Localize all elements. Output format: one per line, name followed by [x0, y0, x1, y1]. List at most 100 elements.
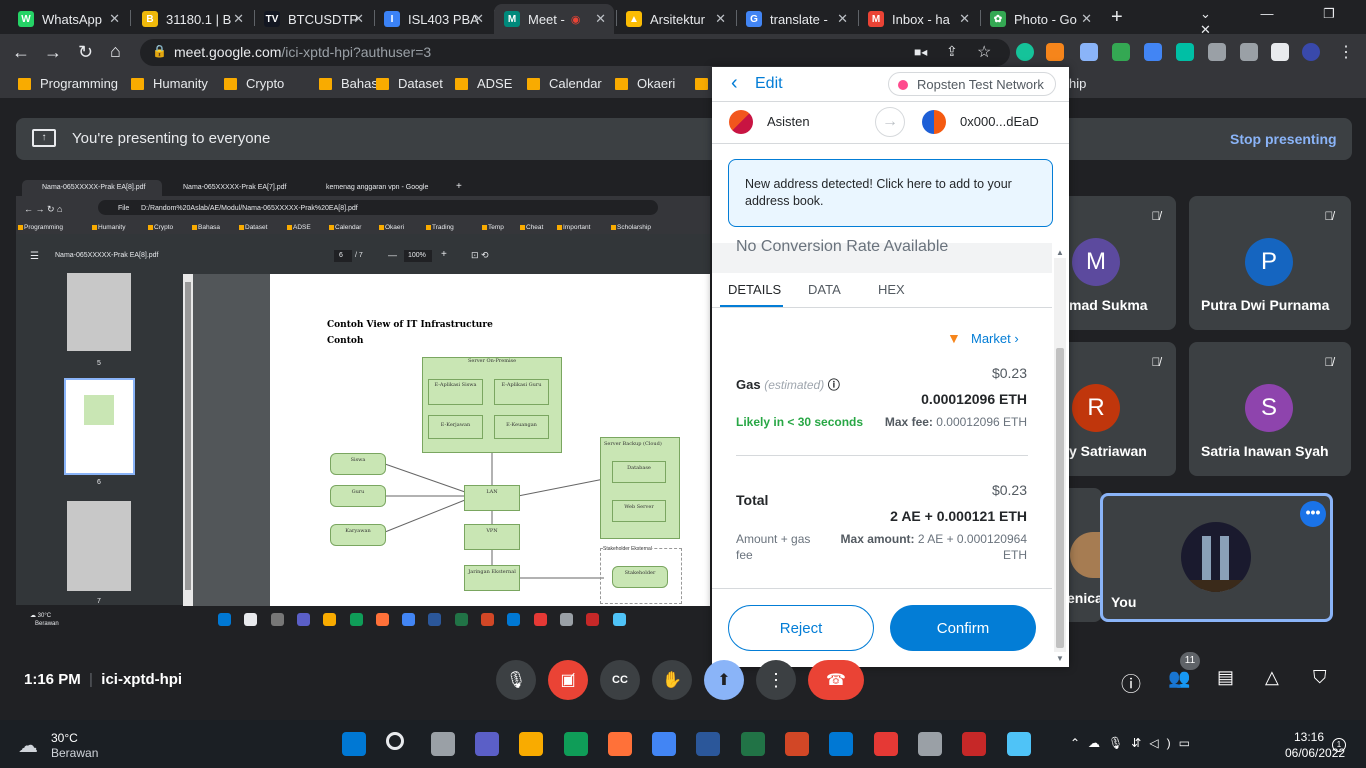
tab-hex[interactable]: HEX	[878, 282, 905, 297]
camera-off-icon[interactable]: ▣̸	[548, 660, 588, 700]
tab-favicon: G	[746, 11, 762, 27]
shared-taskbar-icon	[559, 613, 573, 626]
raise-hand-icon[interactable]: ✋	[652, 660, 692, 700]
new-address-alert[interactable]: New address detected! Click here to add …	[728, 159, 1053, 227]
folder-icon	[379, 225, 384, 230]
firefox-icon[interactable]	[607, 732, 632, 756]
extension-icon[interactable]	[1112, 43, 1130, 61]
close-tab-icon[interactable]: ✕	[109, 11, 120, 27]
start-icon[interactable]	[342, 732, 366, 756]
bookmark-folder[interactable]: Dataset	[376, 76, 443, 91]
browser-tab[interactable]: M Meet - ◉ ✕	[494, 4, 614, 34]
host-controls-icon[interactable]: ⛉	[1313, 667, 1327, 688]
share-icon[interactable]: ⇪	[946, 43, 958, 60]
clock-time[interactable]: 13:16	[1294, 730, 1324, 744]
browser-tab[interactable]: W WhatsApp ✕	[8, 4, 128, 34]
tab-data[interactable]: DATA	[808, 282, 841, 297]
app-icon[interactable]	[917, 732, 942, 756]
activities-icon[interactable]: △	[1265, 667, 1279, 688]
excel-icon[interactable]	[740, 732, 765, 756]
close-tab-icon[interactable]: ✕	[233, 11, 244, 27]
profile-avatar[interactable]	[1302, 43, 1320, 61]
extension-icon[interactable]	[1144, 43, 1162, 61]
extension-icon[interactable]	[1080, 43, 1098, 61]
media-icon[interactable]	[1240, 43, 1258, 61]
present-screen-icon[interactable]: ⬆	[704, 660, 744, 700]
back-chevron-icon[interactable]: ‹	[731, 72, 738, 95]
tab-details[interactable]: DETAILS	[728, 282, 781, 297]
pdf-title: Nama-065XXXXX-Prak EA[8].pdf	[55, 252, 159, 259]
reload-icon[interactable]: ↻	[78, 42, 93, 62]
file-explorer-icon[interactable]	[519, 732, 544, 756]
browser-tab[interactable]: I ISL403 PBA ✕	[374, 4, 492, 34]
browser-tab[interactable]: ✿ Photo - Go ✕	[980, 4, 1100, 34]
close-tab-icon[interactable]: ✕	[715, 11, 726, 27]
snipping-tool-icon[interactable]	[962, 732, 987, 756]
network-selector[interactable]: Ropsten Test Network	[888, 72, 1056, 96]
bookmark-folder[interactable]: ADSE	[455, 76, 512, 91]
close-tab-icon[interactable]: ✕	[1081, 11, 1092, 27]
home-icon[interactable]: ⌂	[110, 41, 121, 61]
bookmark-folder[interactable]: Okaeri	[615, 76, 675, 91]
forward-icon[interactable]: →	[44, 42, 62, 62]
sidepanel-icon[interactable]	[1271, 43, 1289, 61]
chat-icon[interactable]: ▤	[1217, 667, 1234, 688]
to-address[interactable]: 0x000...dEaD	[960, 114, 1039, 129]
metamask-icon[interactable]	[1046, 43, 1064, 61]
notification-badge[interactable]: 1	[1332, 738, 1346, 752]
close-tab-icon[interactable]: ✕	[959, 11, 970, 27]
url-text[interactable]: meet.google.com/ici-xptd-hpi?authuser=3	[174, 44, 431, 60]
edit-link[interactable]: Edit	[755, 75, 783, 93]
people-icon[interactable]: 👥	[1168, 668, 1190, 689]
notepad-icon[interactable]	[1006, 732, 1031, 756]
browser-tab[interactable]: Gtranslate - ✕	[736, 4, 856, 34]
browser-tab[interactable]: ▲ Arsitektur ✕	[616, 4, 734, 34]
edge-icon[interactable]	[563, 732, 588, 756]
weather-icon[interactable]: ☁	[18, 733, 38, 758]
chrome-icon[interactable]	[652, 732, 677, 756]
media-player-icon[interactable]	[873, 732, 898, 756]
scrollbar-thumb[interactable]	[1056, 348, 1064, 648]
reject-button[interactable]: Reject	[728, 605, 874, 651]
captions-icon[interactable]: CC	[600, 660, 640, 700]
bookmark-star-icon[interactable]: ☆	[977, 42, 991, 62]
bookmark-folder[interactable]: Calendar	[527, 76, 602, 91]
more-options-icon[interactable]: •••	[1300, 501, 1326, 527]
bookmark-folder[interactable]: Crypto	[224, 76, 284, 91]
browser-tab[interactable]: TV BTCUSDTP ✕	[254, 4, 372, 34]
lock-icon[interactable]: 🔒	[152, 44, 167, 58]
close-tab-icon[interactable]: ✕	[595, 11, 606, 27]
browser-tab[interactable]: M Inbox - ha ✕	[858, 4, 978, 34]
mic-icon[interactable]: 🎙	[496, 660, 536, 700]
stop-presenting-button[interactable]: Stop presenting	[1230, 131, 1337, 147]
task-view-icon[interactable]	[430, 732, 455, 756]
weather-temp[interactable]: 30°C	[51, 731, 78, 745]
powerpoint-icon[interactable]	[785, 732, 809, 756]
grammarly-icon[interactable]	[1016, 43, 1034, 61]
bookmark-overflow[interactable]: hip	[1069, 76, 1086, 91]
bookmark-folder[interactable]: Programming	[18, 76, 118, 91]
back-icon[interactable]: ←	[12, 42, 30, 62]
extension-icon[interactable]	[1176, 43, 1194, 61]
confirm-button[interactable]: Confirm	[890, 605, 1036, 651]
teams-icon[interactable]	[474, 732, 499, 756]
puzzle-icon[interactable]	[1208, 43, 1226, 61]
scroll-up-icon[interactable]: ▲	[1056, 248, 1064, 257]
scroll-down-icon[interactable]: ▼	[1056, 654, 1064, 663]
close-tab-icon[interactable]: ✕	[837, 11, 848, 27]
close-tab-icon[interactable]: ✕	[473, 11, 484, 27]
close-tab-icon[interactable]: ✕	[353, 11, 364, 27]
weather-desc[interactable]: Berawan	[51, 746, 98, 760]
market-link[interactable]: Market ›	[971, 331, 1019, 346]
mail-icon[interactable]	[829, 732, 854, 756]
info-icon[interactable]: ⓘ	[1121, 668, 1141, 697]
menu-icon[interactable]: ⋮	[1338, 42, 1354, 62]
new-tab-button[interactable]: +	[1111, 6, 1123, 29]
more-options-icon[interactable]: ⋮	[756, 660, 796, 700]
browser-tab[interactable]: B 31180.1 | B ✕	[132, 4, 252, 34]
leave-call-icon[interactable]: ☎	[808, 660, 864, 700]
bookmark-folder[interactable]: Humanity	[131, 76, 208, 91]
tray-icons[interactable]: ⌃☁🎙⇵◁)▭	[1070, 736, 1198, 750]
word-icon[interactable]	[696, 732, 721, 756]
camera-icon[interactable]: ■◂	[914, 45, 927, 59]
